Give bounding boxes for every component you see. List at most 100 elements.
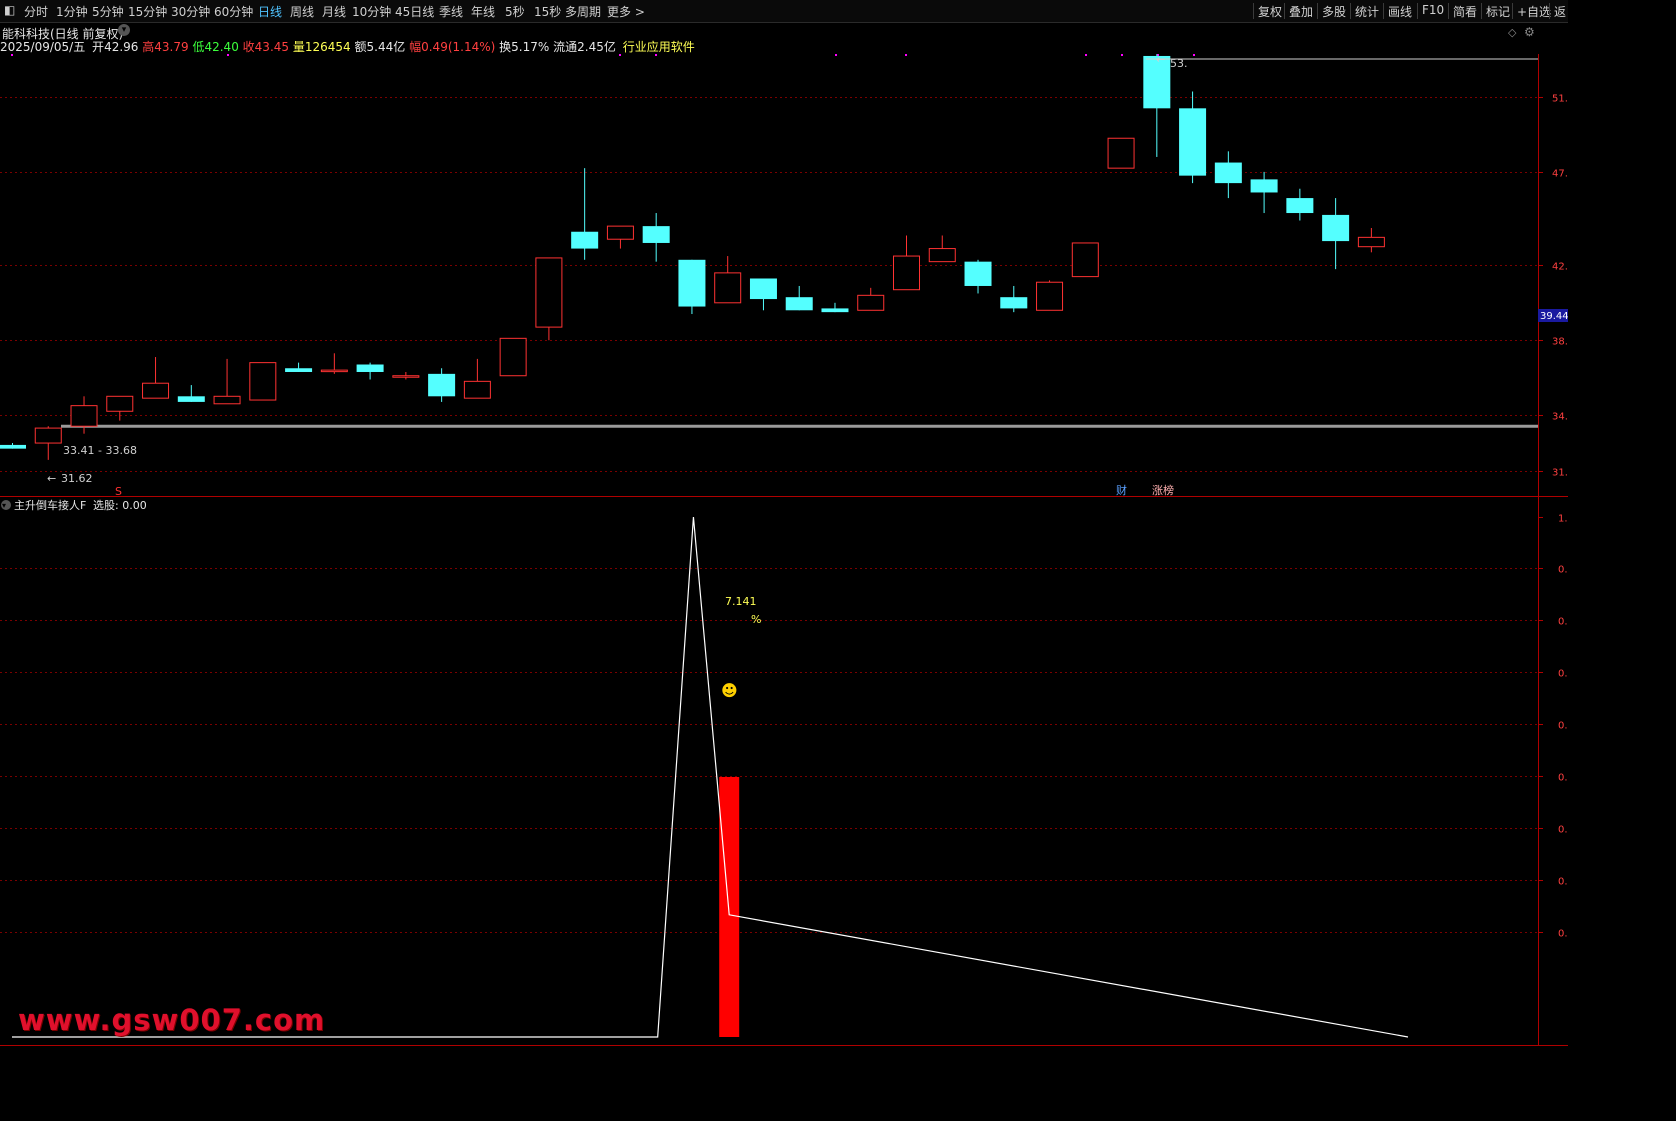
- candle-body: [821, 308, 849, 313]
- price-axis-label: 51.: [1552, 94, 1568, 105]
- candle: [928, 235, 956, 263]
- high-arrow-icon: ←: [1156, 53, 1165, 66]
- candle: [893, 235, 920, 291]
- candle: [249, 362, 277, 401]
- candle-body: [928, 248, 956, 263]
- signal-dot: [227, 54, 229, 56]
- zhangbang-marker: 涨榜: [1152, 483, 1174, 497]
- candle-body: [678, 259, 706, 307]
- candlestick-series: [0, 54, 1385, 460]
- indicator-percent-label: %: [751, 613, 761, 626]
- candle-body: [857, 294, 885, 311]
- candle: [392, 371, 420, 380]
- s-marker: S: [115, 485, 122, 498]
- candle-body: [142, 382, 170, 399]
- cai-marker: 财: [1116, 483, 1127, 497]
- candle: [1250, 171, 1278, 214]
- watermark: www.gsw007.com: [18, 1003, 326, 1037]
- candle-body: [70, 405, 98, 427]
- candle: [1000, 285, 1028, 313]
- indicator-name: 主升倒车接人F: [14, 498, 86, 512]
- candle-body: [177, 396, 205, 402]
- candle: [749, 278, 777, 311]
- candle: [964, 259, 992, 294]
- candle: [320, 353, 348, 374]
- candle: [70, 396, 98, 434]
- candle-body: [428, 373, 456, 397]
- candle: [606, 225, 634, 249]
- candle-body: [34, 427, 62, 444]
- candle-body: [1250, 179, 1278, 193]
- candle-body: [1286, 198, 1314, 214]
- candle: [1322, 198, 1350, 270]
- candle-body: [714, 272, 742, 304]
- chart-canvas: 51. 47. 42. 38. 34. 31. 1. 0. 0. 0. 0. 0. 0. 0. 0. 39…: [0, 53, 1568, 1046]
- candle: [499, 337, 527, 377]
- candle-body: [1107, 137, 1135, 169]
- signal-dot: [619, 54, 621, 56]
- candle-body: [463, 380, 491, 399]
- indicator-axis-label: 0.: [1558, 773, 1568, 784]
- magenta-markers: [11, 54, 1195, 56]
- candle: [0, 443, 26, 449]
- candle: [177, 385, 205, 402]
- indicator-axis-label: 1.: [1558, 514, 1568, 525]
- candle-body: [499, 337, 527, 377]
- candle: [571, 168, 599, 260]
- indicator-axis: 1. 0. 0. 0. 0. 0. 0. 0. 0.: [1538, 514, 1568, 940]
- candle: [1286, 188, 1314, 221]
- candle: [1179, 91, 1207, 184]
- candle-body: [785, 297, 813, 311]
- price-axis-label: 42.: [1552, 262, 1568, 273]
- low-arrow-icon: ←: [47, 472, 56, 485]
- candle: [356, 362, 384, 380]
- indicator-axis-label: 0.: [1558, 721, 1568, 732]
- support-line-label: 33.41 - 33.68: [63, 444, 137, 457]
- indicator-axis-label: 0.: [1558, 565, 1568, 576]
- indicator-axis-label: 0.: [1558, 617, 1568, 628]
- candle: [642, 213, 670, 262]
- candle-body: [535, 257, 563, 328]
- candle: [106, 395, 134, 421]
- candle-body: [606, 225, 634, 240]
- candle-body: [749, 278, 777, 300]
- signal-dot: [905, 54, 907, 56]
- candle-body: [1000, 297, 1028, 309]
- indicator-dropdown-glyph: ▾: [2, 501, 6, 510]
- candle-body: [356, 364, 384, 372]
- candle-body: [0, 444, 26, 449]
- indicator-select-label: 选股: 0.00: [93, 499, 147, 512]
- candle: [678, 259, 706, 315]
- candle: [535, 257, 563, 341]
- low-marker-label: 31.62: [61, 472, 93, 485]
- candle: [1036, 280, 1064, 311]
- candle-body: [1214, 162, 1242, 184]
- candle-body: [106, 395, 134, 412]
- candle: [213, 358, 241, 405]
- candle-body: [1179, 108, 1207, 176]
- signal-dot: [1085, 54, 1087, 56]
- price-axis-label: 34.: [1552, 412, 1568, 423]
- candle-body: [249, 362, 277, 401]
- candle-body: [1357, 236, 1385, 248]
- candle: [285, 362, 313, 372]
- candle: [34, 426, 62, 460]
- candle-body: [392, 375, 420, 378]
- candle: [142, 357, 170, 399]
- indicator-axis-label: 0.: [1558, 877, 1568, 888]
- signal-dot: [1121, 54, 1123, 56]
- candle-body: [571, 231, 599, 249]
- candle: [857, 287, 885, 311]
- price-axis-label: 38.: [1552, 337, 1568, 348]
- candle-body: [1071, 242, 1099, 278]
- signal-dot: [655, 54, 657, 56]
- candle-body: [642, 226, 670, 243]
- current-price-tag: 39.44: [1540, 311, 1568, 322]
- candle-body: [1322, 214, 1350, 242]
- candle: [714, 256, 742, 304]
- candle-body: [964, 261, 992, 286]
- candle: [785, 285, 813, 311]
- indicator-axis-label: 0.: [1558, 825, 1568, 836]
- candle-body: [320, 369, 348, 373]
- indicator-grid: [0, 568, 1538, 933]
